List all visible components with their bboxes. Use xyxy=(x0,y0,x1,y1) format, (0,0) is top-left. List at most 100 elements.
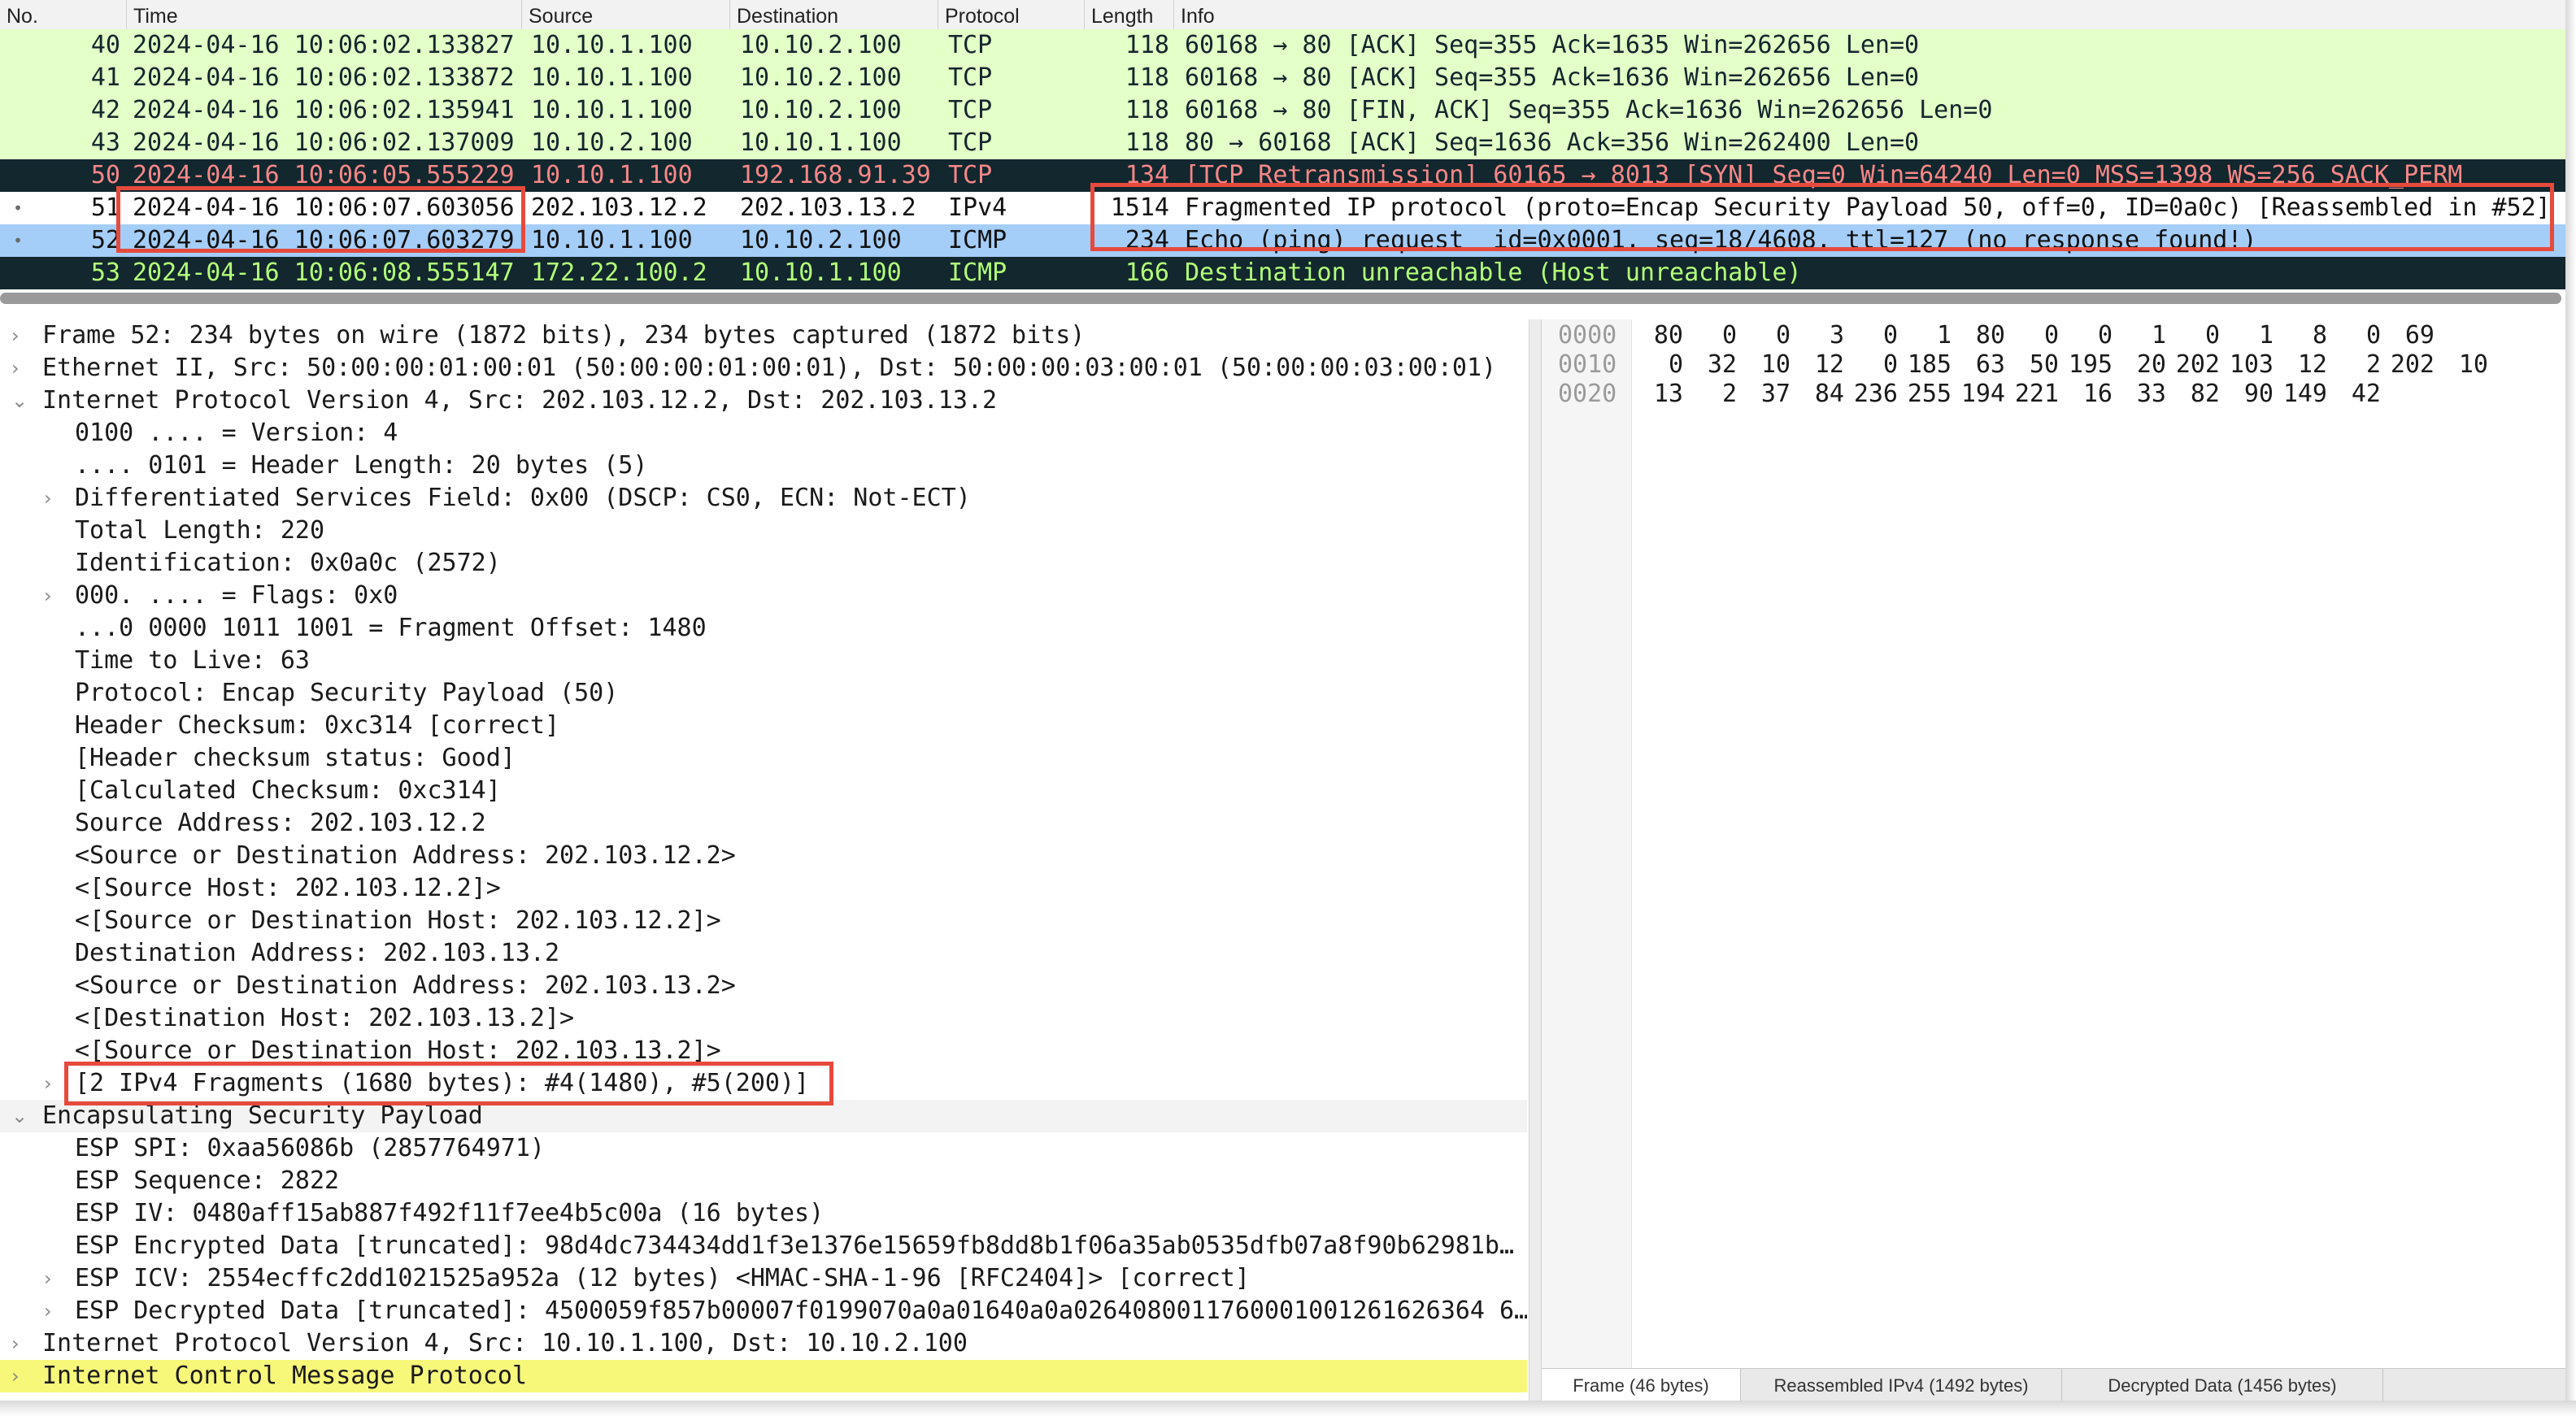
byte-value[interactable]: 0 xyxy=(1686,321,1737,350)
detail-tree-item[interactable]: ESP IV: 0480aff15ab887f492f11f7ee4b5c00a… xyxy=(0,1197,1527,1230)
detail-tree-item[interactable]: <[Destination Host: 202.103.13.2]> xyxy=(0,1002,1527,1035)
detail-tree-item[interactable]: <[Source or Destination Host: 202.103.12… xyxy=(0,905,1527,937)
tab-frame[interactable]: Frame (46 bytes) xyxy=(1542,1369,1741,1401)
column-info[interactable]: Info xyxy=(1173,0,2565,29)
detail-tree-item[interactable]: › Ethernet II, Src: 50:00:00:01:00:01 (50… xyxy=(0,352,1527,384)
byte-value[interactable]: 3 xyxy=(1794,321,1844,350)
detail-tree-item[interactable]: › ESP ICV: 2554ecffc2dd1021525a952a (12 b… xyxy=(0,1262,1527,1295)
tab-reassembled-ipv4[interactable]: Reassembled IPv4 (1492 bytes) xyxy=(1741,1369,2062,1401)
collapse-chevron-icon[interactable]: › xyxy=(11,352,20,384)
byte-value[interactable]: 12 xyxy=(1794,350,1844,380)
detail-tree-item[interactable]: › Internet Control Message Protocol xyxy=(0,1360,1527,1392)
detail-tree-item[interactable]: [Calculated Checksum: 0xc314] xyxy=(0,775,1527,807)
byte-value[interactable]: 12 xyxy=(2277,350,2327,380)
detail-tree-item[interactable]: [Header checksum status: Good] xyxy=(0,742,1527,775)
detail-tree-item[interactable]: .... 0101 = Header Length: 20 bytes (5) xyxy=(0,450,1527,482)
collapse-chevron-icon[interactable]: › xyxy=(11,319,20,352)
packet-row[interactable]: 53 2024-04-16 10:06:08.555147 172.22.100.2… xyxy=(0,257,2565,289)
byte-value[interactable]: 8 xyxy=(2277,321,2327,350)
column-no[interactable]: No. xyxy=(0,0,126,29)
collapse-chevron-icon[interactable]: › xyxy=(44,1295,52,1327)
collapse-chevron-icon[interactable]: › xyxy=(11,1327,20,1360)
byte-value[interactable]: 255 xyxy=(1901,380,1952,409)
byte-value[interactable]: 0 xyxy=(1633,350,1683,380)
pane-splitter[interactable] xyxy=(1529,319,1542,1401)
expand-chevron-icon[interactable]: ⌄ xyxy=(11,384,28,417)
byte-value[interactable]: 236 xyxy=(1847,380,1898,409)
collapse-chevron-icon[interactable]: › xyxy=(44,1067,52,1100)
packet-row[interactable]: 40 2024-04-16 10:06:02.133827 10.10.1.100 1… xyxy=(0,29,2565,62)
packet-row[interactable]: • 52 2024-04-16 10:06:07.603279 10.10.1.100… xyxy=(0,224,2565,257)
byte-value[interactable]: 1 xyxy=(2223,321,2274,350)
detail-tree-item[interactable]: › [2 IPv4 Fragments (1680 bytes): #4(1480… xyxy=(0,1067,1527,1100)
detail-tree-item[interactable]: ⌄ Internet Protocol Version 4, Src: 202.1… xyxy=(0,384,1527,417)
column-time[interactable]: Time xyxy=(126,0,521,29)
detail-tree-item[interactable]: ESP SPI: 0xaa56086b (2857764971) xyxy=(0,1132,1527,1165)
byte-value[interactable]: 33 xyxy=(2116,380,2166,409)
byte-value[interactable]: 1 xyxy=(2116,321,2166,350)
column-protocol[interactable]: Protocol xyxy=(938,0,1084,29)
byte-value[interactable]: 80 xyxy=(1633,321,1683,350)
byte-value[interactable]: 50 xyxy=(2008,350,2059,380)
detail-tree-item[interactable]: › Frame 52: 234 bytes on wire (1872 bits)… xyxy=(0,319,1527,352)
collapse-chevron-icon[interactable]: › xyxy=(44,482,52,515)
detail-tree-item[interactable]: › ESP Decrypted Data [truncated]: 4500059… xyxy=(0,1295,1527,1327)
tab-decrypted-data[interactable]: Decrypted Data (1456 bytes) xyxy=(2062,1369,2383,1401)
collapse-chevron-icon[interactable]: › xyxy=(11,1360,20,1392)
byte-value[interactable]: 149 xyxy=(2277,380,2327,409)
detail-tree-item[interactable]: › Differentiated Services Field: 0x00 (DS… xyxy=(0,482,1527,515)
byte-value[interactable]: 0 xyxy=(2169,321,2220,350)
byte-value[interactable]: 202 xyxy=(2169,350,2220,380)
collapse-chevron-icon[interactable]: › xyxy=(44,580,52,612)
column-source[interactable]: Source xyxy=(521,0,729,29)
byte-value[interactable]: 0 xyxy=(2330,321,2381,350)
byte-value[interactable]: 0 xyxy=(1847,350,1898,380)
detail-tree-item[interactable]: Source Address: 202.103.12.2 xyxy=(0,807,1527,840)
detail-tree-item[interactable]: <[Source or Destination Host: 202.103.13… xyxy=(0,1035,1527,1067)
byte-value[interactable]: 69 xyxy=(2384,321,2435,350)
byte-value[interactable]: 195 xyxy=(2062,350,2113,380)
byte-value[interactable]: 20 xyxy=(2116,350,2166,380)
byte-value[interactable]: 221 xyxy=(2008,380,2059,409)
byte-value[interactable]: 1 xyxy=(1901,321,1952,350)
detail-tree-item[interactable]: › Internet Protocol Version 4, Src: 10.10… xyxy=(0,1327,1527,1360)
packet-row[interactable]: 50 2024-04-16 10:06:05.555229 10.10.1.100 1… xyxy=(0,159,2565,192)
detail-tree-item[interactable]: Header Checksum: 0xc314 [correct] xyxy=(0,710,1527,742)
byte-value[interactable]: 202 xyxy=(2384,350,2435,380)
byte-value[interactable]: 0 xyxy=(1740,321,1791,350)
byte-value[interactable]: 90 xyxy=(2223,380,2274,409)
column-length[interactable]: Length xyxy=(1084,0,1173,29)
packet-row[interactable]: 43 2024-04-16 10:06:02.137009 10.10.2.100 1… xyxy=(0,127,2565,159)
byte-value[interactable]: 84 xyxy=(1794,380,1844,409)
byte-value[interactable]: 185 xyxy=(1901,350,1952,380)
detail-tree-item[interactable]: <[Source Host: 202.103.12.2]> xyxy=(0,872,1527,905)
detail-tree-item[interactable]: ESP Encrypted Data [truncated]: 98d4dc73… xyxy=(0,1230,1527,1262)
byte-value[interactable]: 10 xyxy=(1740,350,1791,380)
detail-tree-item[interactable]: › 000. .... = Flags: 0x0 xyxy=(0,580,1527,612)
byte-value[interactable]: 13 xyxy=(1633,380,1683,409)
detail-tree-item[interactable]: ESP Sequence: 2822 xyxy=(0,1165,1527,1197)
detail-tree-item[interactable]: Identification: 0x0a0c (2572) xyxy=(0,547,1527,580)
byte-value[interactable]: 32 xyxy=(1686,350,1737,380)
detail-tree-item[interactable]: <Source or Destination Address: 202.103.… xyxy=(0,970,1527,1002)
byte-value[interactable]: 63 xyxy=(1955,350,2005,380)
byte-value[interactable]: 16 xyxy=(2062,380,2113,409)
byte-value[interactable]: 0 xyxy=(1847,321,1898,350)
byte-value[interactable]: 37 xyxy=(1740,380,1791,409)
detail-tree-item[interactable]: <Source or Destination Address: 202.103.… xyxy=(0,840,1527,872)
expand-chevron-icon[interactable]: ⌄ xyxy=(11,1100,28,1132)
column-destination[interactable]: Destination xyxy=(729,0,938,29)
packet-row[interactable]: 41 2024-04-16 10:06:02.133872 10.10.1.100 1… xyxy=(0,62,2565,94)
byte-value[interactable]: 0 xyxy=(2062,321,2113,350)
byte-value[interactable]: 42 xyxy=(2330,380,2381,409)
detail-tree-item[interactable]: 0100 .... = Version: 4 xyxy=(0,417,1527,450)
byte-value[interactable]: 0 xyxy=(2008,321,2059,350)
detail-tree-item[interactable]: Protocol: Encap Security Payload (50) xyxy=(0,677,1527,710)
byte-value[interactable]: 194 xyxy=(1955,380,2005,409)
collapse-chevron-icon[interactable]: › xyxy=(44,1262,52,1295)
byte-value[interactable]: 82 xyxy=(2169,380,2220,409)
byte-value[interactable]: 2 xyxy=(2330,350,2381,380)
detail-tree-item[interactable]: Total Length: 220 xyxy=(0,515,1527,547)
byte-value[interactable]: 10 xyxy=(2438,350,2488,380)
byte-value[interactable]: 103 xyxy=(2223,350,2274,380)
